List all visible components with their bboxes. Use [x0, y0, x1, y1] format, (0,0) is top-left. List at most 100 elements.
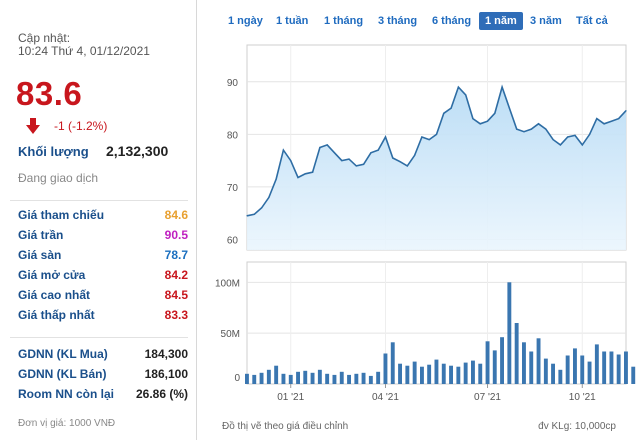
price-data-point: [618, 118, 620, 120]
price-data-point: [516, 128, 518, 130]
volume-y-tick-label: 0: [234, 373, 240, 384]
volume-bar: [398, 363, 402, 384]
price-data-point: [399, 161, 401, 163]
volume-bar: [500, 337, 504, 384]
volume-bar: [310, 372, 315, 384]
price-data-point: [603, 123, 605, 125]
price-data-point: [268, 196, 270, 198]
price-data-point: [567, 136, 569, 138]
price-data-point: [384, 136, 387, 138]
price-data-point: [465, 94, 467, 96]
volume-y-tick-label: 100M: [215, 278, 240, 289]
volume-bar: [281, 373, 286, 384]
volume-bar: [507, 282, 512, 384]
volume-bar: [522, 342, 526, 384]
volume-unit-note: đv KLg: 10,000cp: [538, 421, 616, 432]
volume-bar: [609, 351, 614, 384]
price-data-point: [392, 157, 394, 159]
volume-bar: [390, 342, 395, 384]
price-data-point: [333, 152, 336, 154]
price-data-point: [530, 128, 532, 130]
price-data-point: [406, 165, 408, 167]
volume-bar: [463, 362, 468, 384]
volume-bar: [471, 360, 475, 384]
volume-bar: [478, 363, 483, 384]
volume-bar: [602, 351, 607, 384]
volume-bar: [427, 364, 432, 384]
price-data-point: [304, 173, 306, 175]
volume-bar: [485, 341, 490, 384]
price-data-point: [472, 118, 474, 120]
price-data-point: [523, 131, 525, 133]
volume-bar: [492, 350, 497, 384]
volume-bar: [376, 371, 381, 384]
x-tick-label: 10 '21: [569, 392, 596, 403]
volume-bar: [580, 355, 585, 384]
volume-bar: [543, 358, 548, 384]
volume-bar: [529, 351, 534, 384]
price-data-point: [377, 149, 379, 151]
price-data-point: [552, 139, 554, 141]
volume-bar: [296, 371, 300, 384]
price-data-point: [253, 213, 255, 215]
price-data-point: [545, 128, 547, 130]
volume-bar: [434, 359, 439, 384]
price-data-point: [494, 112, 496, 114]
volume-bar: [616, 354, 621, 384]
price-data-point: [559, 144, 562, 146]
volume-bar: [288, 374, 293, 384]
price-data-point: [435, 133, 438, 135]
price-data-point: [537, 123, 540, 125]
volume-bar: [303, 370, 308, 384]
volume-y-tick-label: 50M: [221, 329, 240, 340]
price-data-point: [275, 178, 277, 180]
volume-bar: [347, 374, 351, 384]
volume-bar: [449, 365, 453, 384]
price-data-point: [282, 149, 284, 151]
volume-bar: [252, 374, 257, 384]
price-y-tick-label: 80: [227, 130, 239, 141]
price-data-point: [290, 160, 292, 162]
volume-bar: [624, 351, 628, 384]
price-data-point: [486, 120, 489, 122]
volume-bar: [573, 348, 577, 384]
price-data-point: [457, 86, 459, 88]
volume-bar: [551, 363, 555, 384]
price-data-point: [414, 154, 416, 156]
price-data-point: [297, 176, 299, 179]
volume-bar: [558, 369, 563, 384]
price-data-point: [341, 160, 343, 162]
volume-bar: [266, 369, 271, 384]
volume-bar: [339, 371, 344, 384]
price-data-point: [443, 112, 445, 114]
volume-bar: [354, 373, 359, 384]
price-data-point: [479, 123, 481, 125]
volume-bar: [245, 373, 249, 384]
x-tick-label: 01 '21: [277, 392, 304, 403]
volume-bar: [259, 372, 264, 384]
price-volume-chart: 90 80 70 60 100M 50M 0 01 '21 04 '21 07 '21 10 '21: [215, 44, 636, 403]
x-tick-label: 04 '21: [372, 392, 399, 403]
chart-footnote: Đồ thị vẽ theo giá điều chỉnh: [222, 421, 349, 432]
price-data-point: [261, 207, 263, 209]
price-data-point: [319, 146, 321, 149]
price-data-point: [370, 152, 372, 154]
volume-bar: [456, 366, 461, 384]
price-data-point: [581, 144, 583, 146]
volume-bar: [587, 361, 592, 384]
price-data-point: [589, 133, 591, 135]
price-y-tick-label: 90: [227, 78, 239, 89]
price-data-point: [596, 118, 598, 120]
x-tick-label: 07 '21: [474, 392, 501, 403]
volume-bar: [274, 365, 279, 384]
price-data-point: [326, 144, 328, 146]
price-data-point: [348, 158, 350, 160]
price-data-point: [450, 107, 452, 109]
volume-bar: [412, 361, 417, 384]
price-data-point: [355, 165, 357, 167]
volume-bar: [420, 366, 424, 384]
volume-bar: [325, 373, 330, 384]
price-data-point: [625, 110, 627, 112]
volume-bar: [441, 363, 446, 384]
volume-bar: [317, 369, 322, 384]
